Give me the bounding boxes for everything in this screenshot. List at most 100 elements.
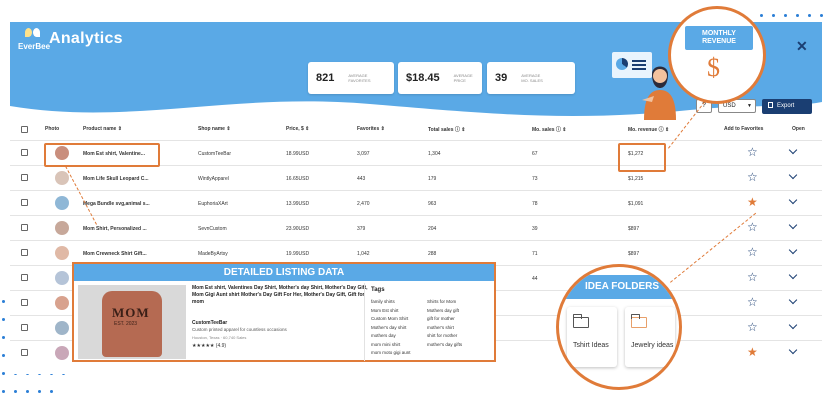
col-price[interactable]: Price, $ ⇕ — [286, 126, 309, 132]
cell-product[interactable]: Mom Crewneck Shirt Gift... — [83, 251, 147, 257]
row-checkbox[interactable] — [21, 174, 28, 181]
tag-item[interactable]: mom moto gigi aunt — [371, 350, 411, 355]
export-icon — [768, 102, 773, 108]
tag-item[interactable]: mom mini shirt — [371, 342, 400, 347]
product-thumbnail — [55, 196, 69, 210]
col-mo-revenue[interactable]: Mo. revenue ⓘ ⇕ — [628, 126, 669, 133]
tag-item[interactable]: shirt for mother — [427, 333, 457, 338]
expand-chevron-icon[interactable] — [788, 245, 798, 255]
listing-location: Houston, Texas · 60,740 Sales — [192, 335, 247, 340]
expand-chevron-icon[interactable] — [788, 270, 798, 280]
cell-mo-revenue: $1,091 — [628, 201, 644, 207]
tag-item[interactable]: Mother's day shirt — [371, 325, 406, 330]
cell-mo-sales: 39 — [532, 226, 538, 232]
favorite-star-icon[interactable]: ☆ — [747, 320, 758, 334]
cell-shop[interactable]: SevnCustom — [198, 226, 227, 232]
tag-item[interactable]: Mom Est shirt — [371, 308, 399, 313]
export-button[interactable]: Export — [762, 99, 812, 114]
favorite-star-icon[interactable]: ☆ — [747, 270, 758, 284]
tag-item[interactable]: mothers day — [371, 333, 396, 338]
expand-chevron-icon[interactable] — [788, 170, 798, 180]
cell-favorites: 2,470 — [357, 201, 370, 207]
table-header: Photo Product name ⇕ Shop name ⇕ Price, … — [10, 126, 822, 138]
cell-price: 18.99USD — [286, 151, 310, 157]
cell-price: 13.99USD — [286, 201, 310, 207]
product-thumbnail — [55, 321, 69, 335]
row-checkbox[interactable] — [21, 249, 28, 256]
tag-item[interactable]: gift for mother — [427, 316, 455, 321]
tag-item[interactable]: Shirts for Mom — [427, 299, 456, 304]
folder-label: Tshirt Ideas — [573, 342, 609, 349]
folder-label: Jewelry ideas — [631, 342, 674, 349]
chevron-down-icon: ▼ — [747, 103, 752, 109]
expand-chevron-icon[interactable] — [788, 320, 798, 330]
cell-shop[interactable]: WintlyApparel — [198, 176, 229, 182]
cell-shop[interactable]: CustomTeeBar — [198, 151, 231, 157]
col-photo: Photo — [45, 126, 60, 132]
expand-chevron-icon[interactable] — [788, 345, 798, 355]
stat-label: AVERAGE FAVORITES — [348, 73, 371, 83]
listing-shop-desc: Custom printed apparel for countless occ… — [192, 327, 287, 332]
expand-chevron-icon[interactable] — [788, 145, 798, 155]
tag-item[interactable]: mother's shirt — [427, 325, 454, 330]
tag-item[interactable]: Custom Mom Shirt — [371, 316, 408, 321]
table-row: Mom Shirt, Personalized ... SevnCustom 23.… — [10, 215, 822, 240]
cell-favorites: 443 — [357, 176, 366, 182]
col-favorites[interactable]: Favorites ⇕ — [357, 126, 385, 132]
cell-product[interactable]: Mega Bundle svg,animal s... — [83, 201, 150, 207]
row-checkbox[interactable] — [21, 224, 28, 231]
favorite-star-icon[interactable]: ★ — [747, 345, 758, 359]
product-image: MOM EST. 2023 — [78, 285, 186, 359]
col-total-sales[interactable]: Total sales ⓘ ⇕ — [428, 126, 465, 133]
cell-mo-revenue: $897 — [628, 226, 640, 232]
cell-total-sales: 963 — [428, 201, 437, 207]
cell-shop[interactable]: MadeByArtsy — [198, 251, 228, 257]
pie-chart-icon — [616, 58, 628, 70]
favorite-star-icon[interactable]: ☆ — [747, 245, 758, 259]
row-checkbox[interactable] — [21, 199, 28, 206]
favorite-star-icon[interactable]: ☆ — [747, 170, 758, 184]
logo-text: EverBee — [18, 42, 51, 51]
folder-card-tshirt[interactable]: Tshirt Ideas — [567, 307, 617, 367]
tag-item[interactable]: family shirts — [371, 299, 395, 304]
cell-product[interactable]: Mom Shirt, Personalized ... — [83, 226, 147, 232]
cell-mo-sales: 78 — [532, 201, 538, 207]
cell-product[interactable]: Mom Life Skull Leopard C... — [83, 176, 149, 182]
favorite-star-icon[interactable]: ☆ — [747, 145, 758, 159]
cell-shop[interactable]: EuphoriaXArt — [198, 201, 228, 207]
folder-icon — [572, 314, 589, 328]
col-product-name[interactable]: Product name ⇕ — [83, 126, 122, 132]
close-icon[interactable]: ✕ — [796, 38, 808, 55]
favorite-star-icon[interactable]: ☆ — [747, 295, 758, 309]
row-checkbox[interactable] — [21, 149, 28, 156]
cell-mo-sales: 73 — [532, 176, 538, 182]
product-thumbnail — [55, 296, 69, 310]
listing-shop[interactable]: CustomTeeBar — [192, 320, 227, 326]
cell-mo-revenue: $897 — [628, 251, 640, 257]
row-checkbox[interactable] — [21, 349, 28, 356]
col-shop-name[interactable]: Shop name ⇕ — [198, 126, 231, 132]
col-mo-sales[interactable]: Mo. sales ⓘ ⇕ — [532, 126, 566, 133]
favorite-star-icon[interactable]: ★ — [747, 195, 758, 209]
cell-mo-revenue: $1,215 — [628, 176, 644, 182]
cell-mo-sales: 44 — [532, 276, 538, 282]
tag-item[interactable]: Mothers day gift — [427, 308, 459, 313]
stat-value: $18.45 — [406, 72, 440, 84]
row-checkbox[interactable] — [21, 299, 28, 306]
shirt-print-text: MOM — [112, 305, 150, 320]
expand-chevron-icon[interactable] — [788, 195, 798, 205]
stat-average-price: $18.45 AVERAGE PRICE — [398, 62, 482, 94]
cell-favorites: 379 — [357, 226, 366, 232]
favorite-star-icon[interactable]: ☆ — [747, 220, 758, 234]
row-checkbox[interactable] — [21, 324, 28, 331]
tag-item[interactable]: mother's day gifts — [427, 342, 462, 347]
tags-box: Tags family shirts Mom Est shirt Custom Mo… — [364, 283, 492, 361]
folder-card-jewelry[interactable]: Jewelry ideas — [625, 307, 675, 367]
select-all-checkbox[interactable] — [21, 126, 28, 133]
cell-mo-sales: 71 — [532, 251, 538, 257]
expand-chevron-icon[interactable] — [788, 220, 798, 230]
shirt-print-sub: EST. 2023 — [114, 321, 138, 327]
expand-chevron-icon[interactable] — [788, 295, 798, 305]
currency-value: USD — [723, 103, 736, 109]
row-checkbox[interactable] — [21, 274, 28, 281]
